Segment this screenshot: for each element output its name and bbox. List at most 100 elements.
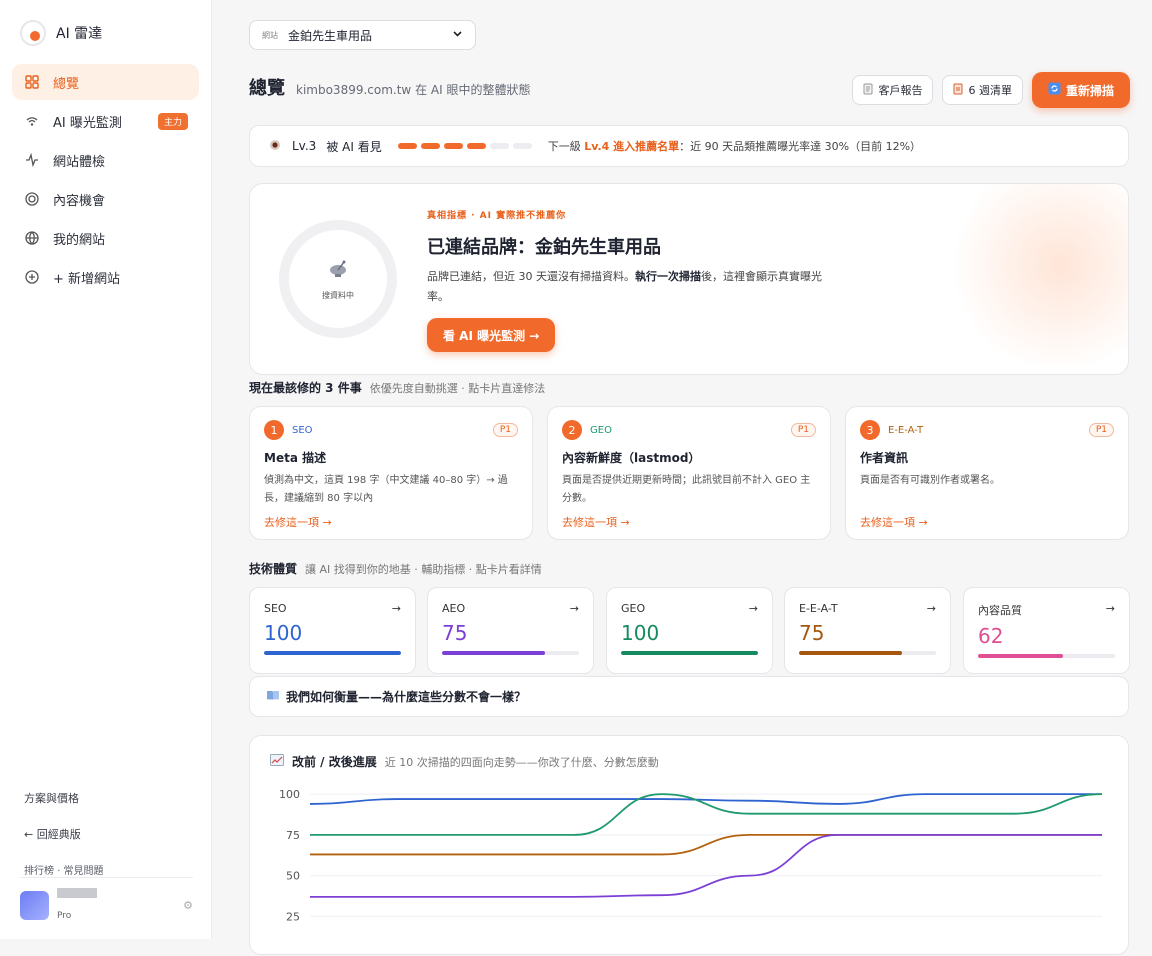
level-next-target: Lv.4 進入推薦名單 — [584, 140, 680, 153]
fix-number: 2 — [562, 420, 582, 440]
score-label: GEO — [621, 602, 646, 615]
sidebar-item-label: 內容機會 — [53, 193, 106, 209]
chevron-down-icon — [452, 28, 463, 42]
hero-desc-part1: 品牌已連結，但近 30 天還沒有掃描資料。 — [427, 270, 635, 283]
fix-card-1[interactable]: 1 SEO P1 Meta 描述 偵測為中文，這頁 198 字（中文建議 40–… — [249, 406, 533, 540]
client-report-label: 客戶報告 — [878, 84, 923, 97]
series-line-0 — [309, 793, 1102, 805]
fix-description: 頁面是否有可識別作者或署名。 — [860, 475, 1000, 486]
user-profile[interactable]: Pro ⚙ — [20, 877, 193, 922]
user-name-redacted — [57, 888, 97, 898]
score-value: 75 — [799, 621, 825, 645]
faq-link[interactable]: 常見問題 — [64, 866, 104, 877]
page-header: 總覽 kimbo3899.com.tw 在 AI 眼中的整體狀態 — [249, 74, 530, 100]
fix-description: 偵測為中文，這頁 198 字（中文建議 40–80 字）→ 過長，建議縮到 80… — [264, 475, 508, 504]
sidebar-footer: 方案與價格 ← 回經典版 排行榜 · 常見問題 — [24, 790, 104, 877]
globe-icon — [24, 231, 39, 246]
score-label: 內容品質 — [978, 604, 1022, 617]
avatar — [20, 890, 49, 920]
eye-icon — [268, 139, 282, 154]
level-progress-dot — [397, 143, 417, 149]
sidebar-item-ai-exposure[interactable]: AI 曝光監測 主力 — [12, 103, 199, 139]
level-progress-dot — [489, 143, 509, 149]
fixes-heading: 現在最該修的 3 件事 依優先度自動挑選 · 點卡片直達修法 — [249, 379, 545, 396]
y-tick-label: 100 — [279, 788, 300, 801]
score-card-aeo[interactable]: AEO → 75 — [427, 587, 594, 674]
weekly-list-button[interactable]: 6 週清單 — [942, 75, 1023, 105]
main-content: 網站 金鉑先生車用品 總覽 kimbo3899.com.tw 在 AI 眼中的整… — [212, 0, 1152, 955]
level-progress-dot — [466, 143, 486, 149]
rescan-label: 重新掃描 — [1065, 83, 1114, 98]
score-fill — [442, 651, 545, 655]
settings-gear-icon[interactable]: ⚙ — [183, 899, 193, 912]
arrow-right-icon: → — [748, 602, 758, 615]
sidebar-item-label: 網站體檢 — [53, 154, 106, 170]
rescan-button[interactable]: 重新掃描 — [1031, 72, 1130, 108]
sidebar-item-add-site[interactable]: + 新增網站 — [12, 259, 199, 295]
trend-line-chart: 100 75 50 25 — [279, 788, 1103, 923]
header-actions: 客戶報告 6 週清單 重新掃描 — [852, 72, 1130, 108]
hero-description: 品牌已連結，但近 30 天還沒有掃描資料。執行一次掃描後，這裡會顯示真實曝光率。 — [427, 267, 822, 307]
y-tick-label: 75 — [286, 829, 300, 842]
pulse-icon — [24, 153, 39, 168]
sidebar-item-label: 我的網站 — [53, 232, 106, 248]
satellite-dish-icon — [327, 257, 349, 284]
fix-description: 頁面是否提供近期更新時間；此訊號目前不計入 GEO 主分數。 — [562, 475, 811, 504]
sidebar-item-my-sites[interactable]: 我的網站 — [12, 220, 199, 256]
site-select[interactable]: 網站 金鉑先生車用品 — [249, 20, 476, 50]
leaderboard-link[interactable]: 排行榜 — [24, 866, 54, 877]
tech-heading: 技術體質 讓 AI 找得到你的地基 · 輔助指標 · 點卡片看詳情 — [249, 560, 542, 577]
level-progress-dot — [443, 143, 463, 149]
arrow-right-icon: → — [926, 602, 936, 615]
client-report-button[interactable]: 客戶報告 — [852, 75, 934, 105]
sidebar-item-site-check[interactable]: 網站體檢 — [12, 142, 199, 178]
y-tick-label: 50 — [286, 870, 300, 883]
sidebar-item-label: 總覽 — [53, 76, 80, 92]
exposure-ring: 搜資料中 — [279, 220, 397, 338]
score-card-geo[interactable]: GEO → 100 — [606, 587, 773, 674]
score-fill — [621, 651, 758, 655]
hero-desc-bold: 執行一次掃描 — [635, 270, 701, 283]
sidebar: AI 雷達 總覽 AI 曝光監測 主力 網站體檢 內容機會 我的網站 + 新增網… — [0, 0, 212, 939]
fix-card-2[interactable]: 2 GEO P1 內容新鮮度（lastmod） 頁面是否提供近期更新時間；此訊號… — [547, 406, 831, 540]
fix-link[interactable]: 去修這一項 → — [264, 514, 518, 530]
trend-card: 改前 / 改後進展 近 10 次掃描的四面向走勢——你改了什麼、分數怎麼動 10… — [249, 735, 1129, 955]
pricing-link[interactable]: 方案與價格 — [24, 790, 104, 806]
priority-badge: P1 — [1088, 423, 1114, 437]
calendar-icon — [953, 83, 963, 98]
score-value: 100 — [264, 621, 303, 645]
arrow-right-icon: → — [391, 602, 401, 615]
classic-link[interactable]: ← 回經典版 — [24, 826, 104, 842]
score-card-eeat[interactable]: E-E-A-T → 75 — [784, 587, 951, 674]
fix-card-3[interactable]: 3 E-E-A-T P1 作者資訊 頁面是否有可識別作者或署名。 去修這一項 → — [845, 406, 1129, 540]
priority-badge: P1 — [790, 423, 816, 437]
level-bar: Lv.3 被 AI 看見 下一級 Lv.4 進入推薦名單：近 90 天品類推薦曝… — [249, 125, 1129, 167]
level-progress-dot — [420, 143, 440, 149]
methodology-label: 我們如何衡量——為什麼這些分數不會一樣？ — [286, 690, 527, 704]
score-fill — [264, 651, 401, 655]
sidebar-item-label: AI 曝光監測 — [53, 115, 122, 131]
ai-exposure-cta-button[interactable]: 看 AI 曝光監測 → — [427, 318, 556, 352]
sidebar-item-label: + 新增網站 — [53, 271, 121, 287]
target-icon — [24, 192, 39, 207]
methodology-expander[interactable]: 我們如何衡量——為什麼這些分數不會一樣？ — [249, 676, 1129, 717]
score-track — [442, 651, 579, 655]
arrow-right-icon: → — [1105, 602, 1115, 615]
main-badge: 主力 — [157, 112, 188, 130]
y-tick-label: 25 — [286, 910, 300, 923]
score-track — [621, 651, 758, 655]
level-progress-dot — [512, 143, 532, 149]
fix-link[interactable]: 去修這一項 → — [860, 514, 1114, 530]
score-card-seo[interactable]: SEO → 100 — [249, 587, 416, 674]
fix-link[interactable]: 去修這一項 → — [562, 514, 816, 530]
brand[interactable]: AI 雷達 — [20, 20, 102, 46]
sidebar-item-overview[interactable]: 總覽 — [12, 64, 199, 100]
hero-title: 已連結品牌：金鉑先生車用品 — [427, 237, 661, 258]
sidebar-item-content-opportunity[interactable]: 內容機會 — [12, 181, 199, 217]
fix-category: GEO — [590, 424, 612, 436]
score-card-content-quality[interactable]: 內容品質 → 62 — [963, 587, 1130, 674]
brand-name: AI 雷達 — [56, 26, 103, 42]
tech-title: 技術體質 — [249, 562, 298, 576]
fixes-subtitle: 依優先度自動挑選 · 點卡片直達修法 — [369, 382, 546, 395]
series-line-2 — [310, 834, 1102, 856]
